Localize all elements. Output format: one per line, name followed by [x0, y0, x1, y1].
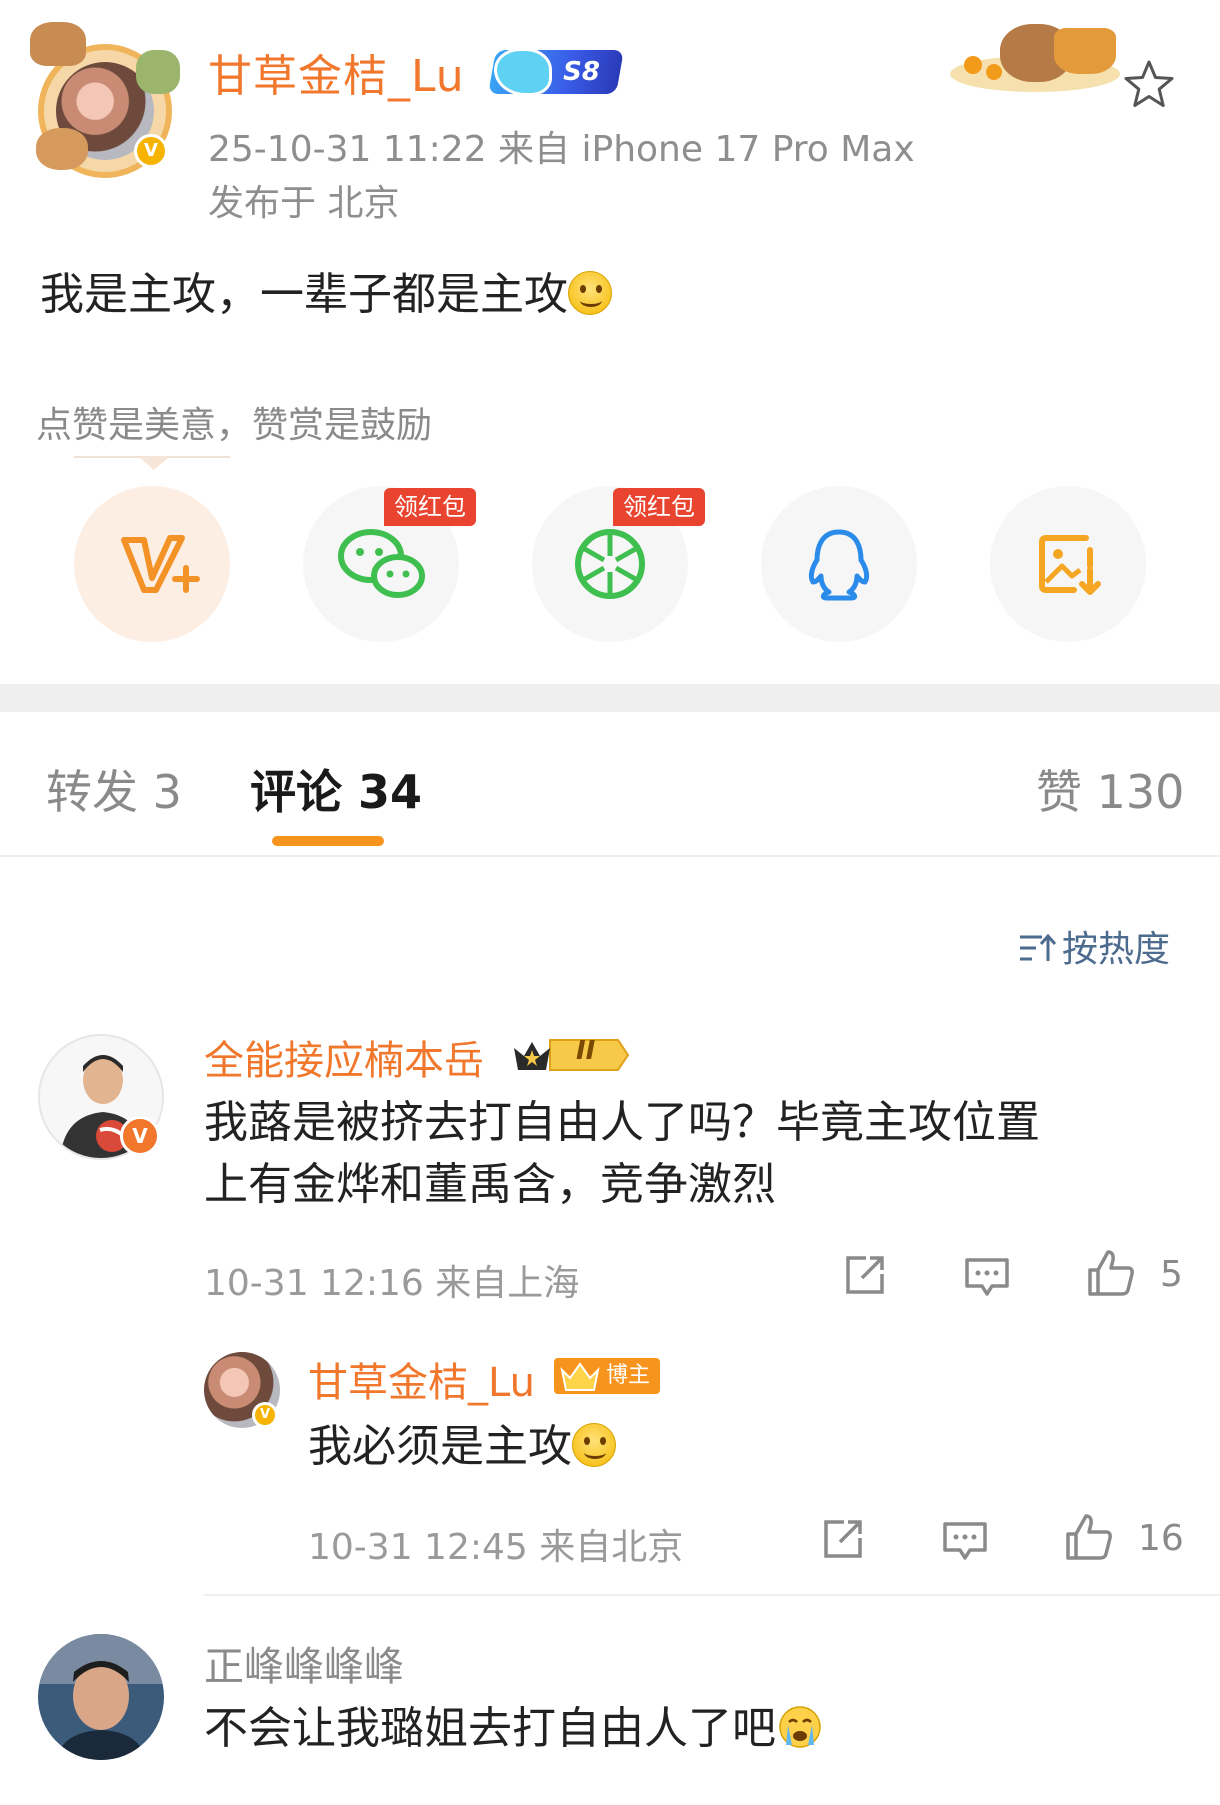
reply-content: 我必须是主攻: [308, 1416, 616, 1478]
comment-text-line: 上有金烨和董禹含，竞争激烈: [204, 1159, 776, 1210]
commenter-name[interactable]: 全能接应楠本岳: [204, 1028, 484, 1086]
qq-icon: [761, 486, 917, 642]
host-badge-label: 博主: [606, 1363, 651, 1388]
tab-comments[interactable]: 评论 34: [250, 756, 422, 822]
comment-content: 不会让我璐姐去打自由人了吧: [204, 1698, 822, 1760]
sort-icon: [1018, 931, 1057, 974]
leaf-decoration-icon: [136, 50, 180, 94]
comment-divider: [204, 1594, 1220, 1596]
author-avatar[interactable]: V: [30, 22, 180, 178]
favorite-star-icon[interactable]: [1122, 58, 1176, 112]
reply-meta: 10-31 12:45 来自北京: [308, 1527, 684, 1568]
post-time-source: 25-10-31 11:22 来自 iPhone 17 Pro Max: [208, 129, 915, 170]
section-separator: [0, 684, 1220, 712]
like-thumb-icon[interactable]: [1064, 1512, 1114, 1562]
comment-text-line: 我蕗是被挤去打自由人了吗？毕竟主攻位置: [204, 1097, 1040, 1148]
reply-icon[interactable]: [940, 1516, 990, 1566]
sort-label: 按热度: [1062, 929, 1171, 970]
reply-text: 我必须是主攻: [308, 1421, 572, 1472]
reward-vplus-button[interactable]: [74, 486, 230, 642]
commenter-name[interactable]: 正峰峰峰峰: [204, 1634, 404, 1692]
capybara-decoration-icon: [30, 22, 86, 66]
repost-icon[interactable]: [840, 1250, 890, 1300]
smile-emoji-icon: [572, 1423, 616, 1467]
like-thumb-icon[interactable]: [1086, 1248, 1136, 1298]
save-image-button[interactable]: [990, 486, 1146, 642]
v-plus-icon: [74, 486, 230, 642]
verified-badge-icon: V: [134, 134, 168, 168]
comment-meta: 10-31 12:16 来自上海: [204, 1263, 580, 1304]
red-packet-tag: 领红包: [384, 488, 476, 526]
crying-emoji-icon: [778, 1704, 822, 1748]
reward-hint: 点赞是美意，赞赏是鼓励: [36, 405, 433, 446]
smile-emoji-icon: [568, 271, 612, 315]
post-text: 我是主攻，一辈子都是主攻: [40, 269, 568, 320]
like-count: 16: [1138, 1518, 1184, 1559]
hint-pointer: [138, 456, 170, 470]
save-image-icon: [990, 486, 1146, 642]
capybara-orange-decoration: [950, 8, 1120, 92]
fan-level-badge[interactable]: II: [510, 1034, 632, 1076]
reply-icon[interactable]: [962, 1252, 1012, 1302]
tab-likes[interactable]: 赞 130: [1036, 756, 1184, 822]
repost-icon[interactable]: [818, 1514, 868, 1564]
sort-by-heat-button[interactable]: 按热度: [1018, 920, 1170, 974]
share-qq-button[interactable]: [761, 486, 917, 642]
verified-badge-icon: V: [252, 1402, 278, 1428]
fan-level-label: II: [576, 1036, 596, 1066]
reply-author-name[interactable]: 甘草金桔_Lu: [308, 1350, 535, 1408]
tabs-divider: [0, 855, 1220, 857]
comment-text: 不会让我璐姐去打自由人了吧: [204, 1703, 776, 1754]
tab-repost[interactable]: 转发 3: [46, 756, 182, 822]
verified-badge-icon: V: [120, 1116, 160, 1156]
crown-icon: [558, 1360, 602, 1392]
host-badge: 博主: [554, 1358, 661, 1394]
red-packet-tag: 领红包: [613, 488, 705, 526]
post-location: 发布于 北京: [208, 183, 400, 224]
tab-indicator: [272, 836, 384, 846]
bottom-fade-overlay: [940, 1720, 1220, 1805]
like-count: 5: [1160, 1254, 1183, 1295]
commenter-avatar[interactable]: [38, 1634, 164, 1760]
capybara-decoration-icon: [36, 128, 88, 170]
post-content: 我是主攻，一辈子都是主攻: [40, 258, 612, 322]
author-name[interactable]: 甘草金桔_Lu: [208, 40, 465, 104]
